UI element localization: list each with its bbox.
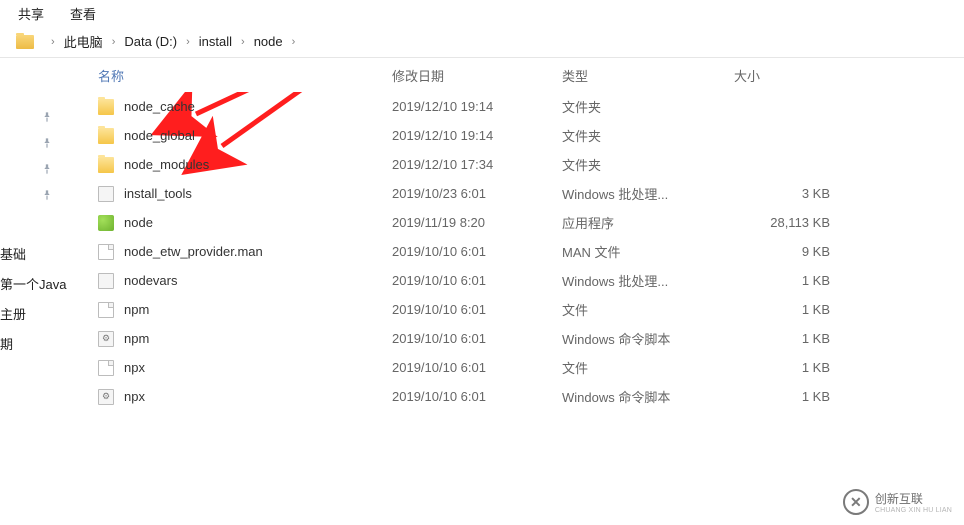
file-name: node — [124, 215, 153, 230]
file-date: 2019/12/10 19:14 — [392, 128, 562, 143]
breadcrumb[interactable]: › 此电脑 › Data (D:) › install › node › — [0, 26, 964, 58]
file-row[interactable]: npx 2019/10/10 6:01Windows 命令脚本1 KB — [72, 382, 964, 411]
file-icon — [98, 302, 114, 318]
file-date: 2019/12/10 19:14 — [392, 99, 562, 114]
file-row[interactable]: npm 2019/10/10 6:01文件1 KB — [72, 295, 964, 324]
cropped-side-text: 基础 第一个Java 主册 期 — [0, 240, 66, 360]
file-row[interactable]: nodevars 2019/10/10 6:01Windows 批处理...1 K… — [72, 266, 964, 295]
file-date: 2019/10/10 6:01 — [392, 302, 562, 317]
chevron-right-icon[interactable]: › — [103, 36, 125, 48]
file-date: 2019/12/10 17:34 — [392, 157, 562, 172]
file-type: 文件夹 — [562, 126, 734, 145]
watermark-logo-icon: ✕ — [843, 489, 869, 515]
file-type: 文件 — [562, 300, 734, 319]
cmd-icon — [98, 389, 114, 405]
top-menu: 共享 查看 — [0, 0, 964, 26]
file-name: node_etw_provider.man — [124, 244, 263, 259]
column-type[interactable]: 类型 — [562, 66, 734, 85]
file-icon — [98, 244, 114, 260]
folder-icon — [98, 128, 114, 144]
file-date: 2019/10/10 6:01 — [392, 244, 562, 259]
watermark-brand: 创新互联 — [875, 490, 952, 507]
file-date: 2019/10/10 6:01 — [392, 331, 562, 346]
file-name: npx — [124, 360, 145, 375]
file-name: npx — [124, 389, 145, 404]
menu-share[interactable]: 共享 — [18, 4, 44, 23]
file-size: 28,113 KB — [734, 215, 846, 230]
file-type: Windows 批处理... — [562, 271, 734, 290]
file-row[interactable]: node_global 2019/12/10 19:14文件夹 — [72, 121, 964, 150]
file-size: 9 KB — [734, 244, 846, 259]
file-date: 2019/10/10 6:01 — [392, 389, 562, 404]
file-date: 2019/10/10 6:01 — [392, 273, 562, 288]
file-row[interactable]: node_cache 2019/12/10 19:14文件夹 — [72, 92, 964, 121]
cmd-icon — [98, 331, 114, 347]
file-size: 1 KB — [734, 331, 846, 346]
pin-icon[interactable] — [0, 104, 72, 130]
node-icon — [98, 215, 114, 231]
chevron-right-icon[interactable]: › — [177, 36, 199, 48]
column-headers: 名称 修改日期 类型 大小 — [72, 58, 964, 92]
chevron-right-icon[interactable]: › — [283, 36, 305, 48]
file-name: install_tools — [124, 186, 192, 201]
folder-icon — [16, 35, 34, 49]
breadcrumb-seg[interactable]: node — [254, 34, 283, 49]
file-size: 3 KB — [734, 186, 846, 201]
file-row[interactable]: npm 2019/10/10 6:01Windows 命令脚本1 KB — [72, 324, 964, 353]
file-row[interactable]: node 2019/11/19 8:20应用程序28,113 KB — [72, 208, 964, 237]
file-type: MAN 文件 — [562, 242, 734, 261]
breadcrumb-seg[interactable]: 此电脑 — [64, 32, 103, 51]
file-name: node_modules — [124, 157, 209, 172]
gear-icon — [98, 273, 114, 289]
file-name: node_cache — [124, 99, 195, 114]
file-row[interactable]: install_tools 2019/10/23 6:01Windows 批处理.… — [72, 179, 964, 208]
file-type: Windows 命令脚本 — [562, 387, 734, 406]
chevron-right-icon[interactable]: › — [42, 36, 64, 48]
folder-icon — [98, 157, 114, 173]
file-name: nodevars — [124, 273, 177, 288]
breadcrumb-seg[interactable]: Data (D:) — [124, 34, 177, 49]
file-size: 1 KB — [734, 273, 846, 288]
pin-icon[interactable] — [0, 130, 72, 156]
file-row[interactable]: node_etw_provider.man 2019/10/10 6:01MAN … — [72, 237, 964, 266]
pin-icon[interactable] — [0, 156, 72, 182]
file-type: 应用程序 — [562, 213, 734, 232]
file-date: 2019/11/19 8:20 — [392, 215, 562, 230]
column-size[interactable]: 大小 — [734, 66, 846, 85]
file-list: 名称 修改日期 类型 大小 node_cache 2019/12/10 19:14… — [72, 58, 964, 525]
file-name: npm — [124, 331, 149, 346]
file-name: npm — [124, 302, 149, 317]
watermark-sub: CHUANG XIN HU LIAN — [875, 507, 952, 514]
file-size: 1 KB — [734, 360, 846, 375]
gear-icon — [98, 186, 114, 202]
file-name: node_global — [124, 128, 195, 143]
column-name[interactable]: 名称 — [98, 66, 392, 85]
file-row[interactable]: node_modules 2019/12/10 17:34文件夹 — [72, 150, 964, 179]
column-modified[interactable]: 修改日期 — [392, 66, 562, 85]
file-size: 1 KB — [734, 389, 846, 404]
file-date: 2019/10/23 6:01 — [392, 186, 562, 201]
folder-icon — [98, 99, 114, 115]
file-type: Windows 命令脚本 — [562, 329, 734, 348]
pin-icon[interactable] — [0, 182, 72, 208]
file-icon — [98, 360, 114, 376]
file-type: 文件 — [562, 358, 734, 377]
file-size: 1 KB — [734, 302, 846, 317]
file-type: 文件夹 — [562, 155, 734, 174]
file-type: Windows 批处理... — [562, 184, 734, 203]
file-row[interactable]: npx 2019/10/10 6:01文件1 KB — [72, 353, 964, 382]
file-date: 2019/10/10 6:01 — [392, 360, 562, 375]
chevron-right-icon[interactable]: › — [232, 36, 254, 48]
file-type: 文件夹 — [562, 97, 734, 116]
watermark: ✕ 创新互联 CHUANG XIN HU LIAN — [843, 489, 952, 515]
menu-view[interactable]: 查看 — [70, 4, 96, 23]
breadcrumb-seg[interactable]: install — [199, 34, 232, 49]
